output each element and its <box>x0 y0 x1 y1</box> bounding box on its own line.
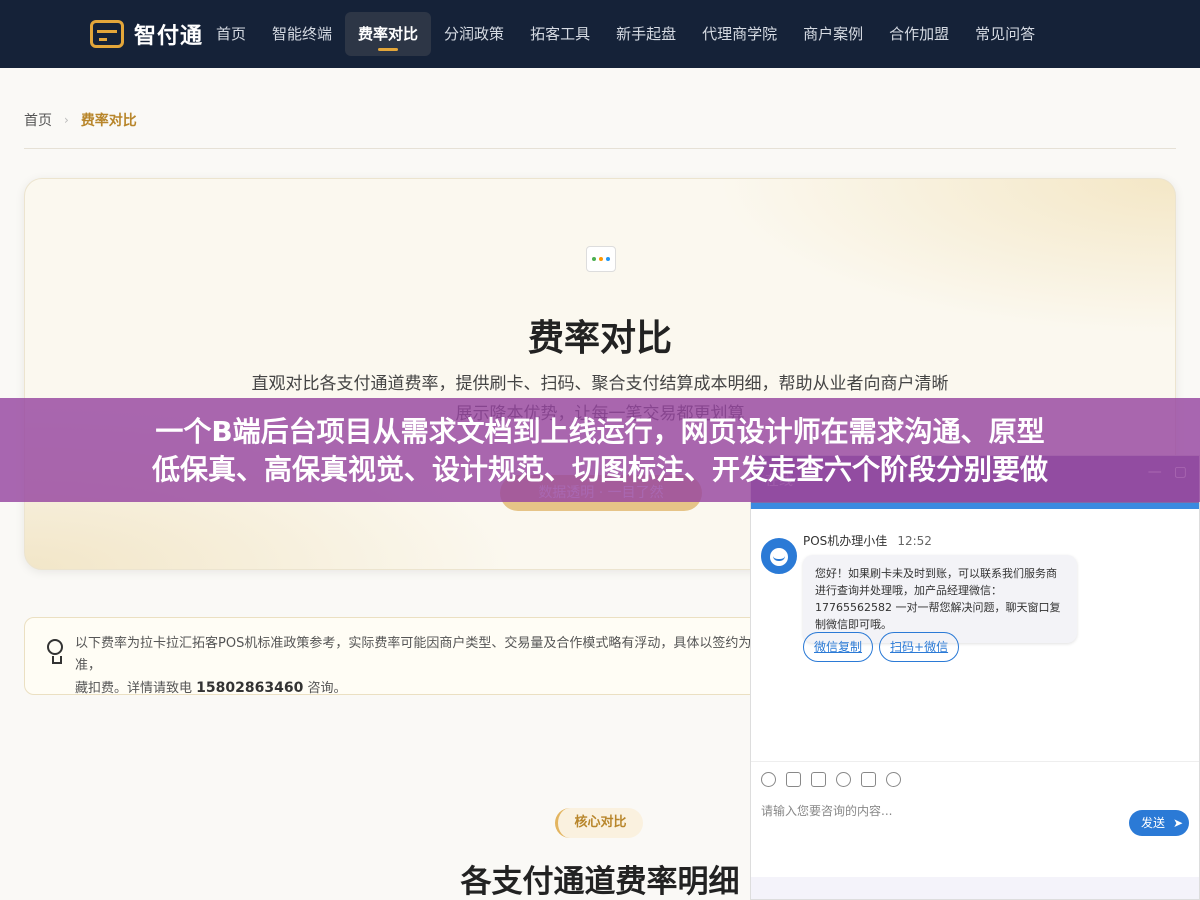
notice-text: 以下费率为拉卡拉汇拓客POS机标准政策参考，实际费率可能因商户类型、交易量及合作… <box>75 633 775 700</box>
agent-avatar <box>761 538 797 574</box>
chat-input[interactable]: 请输入您要咨询的内容... <box>761 802 892 819</box>
agent-name: POS机办理小佳 <box>803 534 888 548</box>
screenshot-icon[interactable] <box>811 772 826 787</box>
nav-item-terminals[interactable]: 智能终端 <box>259 12 345 56</box>
agent-info: POS机办理小佳 12:52 <box>803 532 932 549</box>
banner-line-1: 一个B端后台项目从需求文档到上线运行，网页设计师在需求沟通、原型 <box>155 415 1045 448</box>
overlay-banner: 一个B端后台项目从需求文档到上线运行，网页设计师在需求沟通、原型 低保真、高保真… <box>0 398 1200 502</box>
chat-toolbar <box>761 772 901 787</box>
divider <box>24 148 1176 149</box>
chat-widget: 在线 — ▢ POS机办理小佳12:52 您好！如果刷卡未及时到账，可以联系我们… <box>750 455 1200 900</box>
nav-item-academy[interactable]: 代理商学院 <box>689 12 790 56</box>
nav-item-cases[interactable]: 商户案例 <box>790 12 876 56</box>
dots-icon <box>586 246 616 272</box>
lightbulb-icon <box>47 639 63 664</box>
breadcrumb-current: 费率对比 <box>80 113 137 129</box>
notice-line2: 藏扣费。详情请致电 <box>75 681 193 696</box>
notice-suffix: 咨询。 <box>307 681 347 696</box>
page-title: 费率对比 <box>527 318 672 359</box>
nav-item-profit-policy[interactable]: 分润政策 <box>431 12 517 56</box>
nav-item-faq[interactable]: 常见问答 <box>962 12 1048 56</box>
notice-line1: 以下费率为拉卡拉汇拓客POS机标准政策参考，实际费率可能因商户类型、交易量及合作… <box>75 636 752 673</box>
nav-item-join[interactable]: 合作加盟 <box>876 12 962 56</box>
breadcrumb-home[interactable]: 首页 <box>24 110 52 130</box>
chat-header-strip <box>751 503 1199 509</box>
nav-item-home[interactable]: 首页 <box>203 12 259 56</box>
chevron-right-icon: › <box>64 113 69 127</box>
chat-actions: 微信复制 扫码+微信 <box>803 632 960 662</box>
nav-item-beginner[interactable]: 新手起盘 <box>603 12 689 56</box>
wechat-icon[interactable] <box>886 772 901 787</box>
message-time: 12:52 <box>897 534 932 548</box>
chat-message: 您好！如果刷卡未及时到账，可以联系我们服务商进行查询并处理哦，加产品经理微信：1… <box>803 555 1077 643</box>
image-icon[interactable] <box>786 772 801 787</box>
banner-line-2: 低保真、高保真视觉、设计规范、切图标注、开发走查六个阶段分别要做 <box>151 453 1048 486</box>
rating-icon[interactable] <box>836 772 851 787</box>
scan-wechat-button[interactable]: 扫码+微信 <box>879 632 960 662</box>
top-nav: 智付通 首页 智能终端 费率对比 分润政策 拓客工具 新手起盘 代理商学院 商户… <box>0 0 1200 68</box>
emoji-icon[interactable] <box>761 772 776 787</box>
sound-icon[interactable] <box>861 772 876 787</box>
copy-wechat-button[interactable]: 微信复制 <box>803 632 874 662</box>
send-button[interactable]: 发送 <box>1129 810 1189 836</box>
section-tag: 核心对比 <box>555 808 643 838</box>
nav-item-tools[interactable]: 拓客工具 <box>517 12 603 56</box>
brand-name: 智付通 <box>134 24 204 49</box>
breadcrumb: 首页 › 费率对比 <box>24 110 137 130</box>
logo[interactable]: 智付通 <box>90 18 203 50</box>
nav-menu: 首页 智能终端 费率对比 分润政策 拓客工具 新手起盘 代理商学院 商户案例 合… <box>203 12 1048 56</box>
chat-divider <box>751 761 1199 762</box>
nav-item-rate-compare[interactable]: 费率对比 <box>345 12 432 56</box>
card-icon <box>90 20 124 48</box>
chat-footer <box>751 877 1199 899</box>
notice-phone[interactable]: 15802863460 <box>196 680 303 696</box>
